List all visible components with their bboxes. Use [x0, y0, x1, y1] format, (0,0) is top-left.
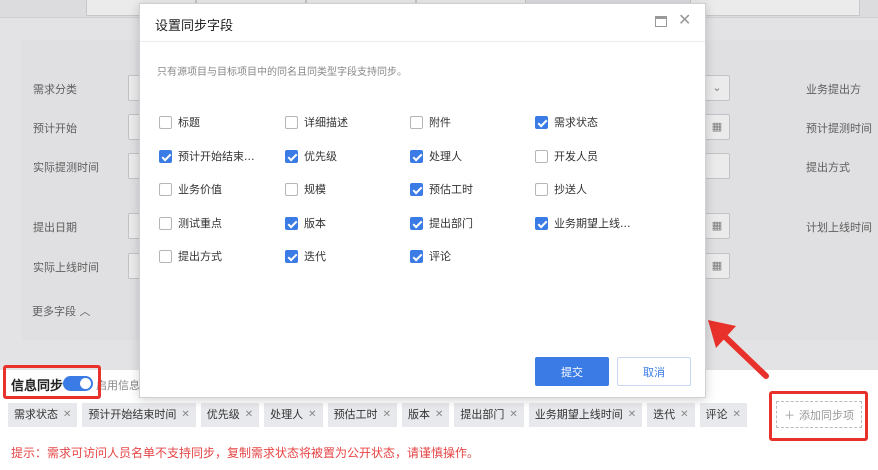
dialog-header: 设置同步字段 ✕: [140, 4, 705, 42]
sync-tag: 需求状态 ✕: [8, 403, 78, 427]
field-checkbox-label: 提出部门: [429, 217, 473, 230]
field-checkbox-label: 处理人: [429, 150, 462, 163]
checkbox-checked-icon[interactable]: [285, 149, 298, 163]
annotation-box: [3, 365, 101, 399]
remove-icon[interactable]: ✕: [435, 403, 443, 427]
submit-button[interactable]: 提交: [535, 357, 609, 386]
remove-icon[interactable]: ✕: [680, 403, 688, 427]
field-checkbox[interactable]: 迭代: [285, 248, 326, 264]
checkbox-unchecked-icon[interactable]: [159, 182, 172, 196]
field-checkbox[interactable]: 详细描述: [285, 114, 348, 130]
checkbox-checked-icon[interactable]: [285, 249, 298, 263]
field-checkbox-label: 评论: [429, 250, 451, 263]
close-icon[interactable]: ✕: [678, 12, 691, 28]
checkbox-checked-icon[interactable]: [410, 182, 423, 196]
dialog-title: 设置同步字段: [155, 19, 234, 34]
field-checkbox-label: 业务期望上线...: [554, 217, 631, 230]
maximize-icon[interactable]: [655, 16, 667, 27]
field-checkbox[interactable]: 附件: [410, 114, 451, 130]
field-checkbox-label: 抄送人: [554, 183, 587, 196]
field-checkbox[interactable]: 规模: [285, 181, 326, 197]
field-checkbox[interactable]: 评论: [410, 248, 451, 264]
field-checkbox[interactable]: 提出部门: [410, 215, 473, 231]
field-checkbox[interactable]: 提出方式: [159, 248, 222, 264]
sync-tag: 业务期望上线时间 ✕: [528, 403, 643, 427]
checkbox-checked-icon[interactable]: [285, 216, 298, 230]
field-checkbox[interactable]: 业务价值: [159, 181, 222, 197]
sync-tip: 提示：需求可访问人员名单不支持同步，复制需求状态将被置为公开状态，请谨慎操作。: [11, 446, 480, 460]
remove-icon[interactable]: ✕: [308, 403, 316, 427]
remove-icon[interactable]: ✕: [628, 403, 636, 427]
field-checkbox[interactable]: 预计开始结束...: [159, 148, 255, 164]
sync-tag: 迭代 ✕: [647, 403, 695, 427]
remove-icon[interactable]: ✕: [245, 403, 253, 427]
field-checkbox[interactable]: 标题: [159, 114, 200, 130]
field-checkbox-label: 迭代: [304, 250, 326, 263]
sync-fields-dialog: 设置同步字段 ✕ 只有源项目与目标项目中的同名且同类型字段支持同步。 标题 详细描…: [139, 3, 706, 398]
field-checkbox-label: 预估工时: [429, 183, 473, 196]
checkbox-unchecked-icon[interactable]: [410, 115, 423, 129]
field-checkbox[interactable]: 抄送人: [535, 181, 587, 197]
checkbox-checked-icon[interactable]: [410, 149, 423, 163]
sync-tag: 预计开始结束时间 ✕: [82, 403, 196, 427]
field-checkbox-label: 测试重点: [178, 217, 222, 230]
field-checkbox-label: 需求状态: [554, 116, 598, 129]
checkbox-unchecked-icon[interactable]: [159, 216, 172, 230]
checkbox-checked-icon[interactable]: [159, 149, 172, 163]
checkbox-unchecked-icon[interactable]: [535, 149, 548, 163]
sync-tag: 提出部门 ✕: [454, 403, 524, 427]
field-checkbox-label: 业务价值: [178, 183, 222, 196]
checkbox-unchecked-icon[interactable]: [159, 249, 172, 263]
field-checkbox-label: 版本: [304, 217, 326, 230]
checkbox-checked-icon[interactable]: [410, 249, 423, 263]
field-checkbox[interactable]: 需求状态: [535, 114, 598, 130]
checkbox-unchecked-icon[interactable]: [159, 115, 172, 129]
field-checkbox-label: 附件: [429, 116, 451, 129]
field-checkbox-label: 标题: [178, 116, 200, 129]
field-checkbox-label: 提出方式: [178, 250, 222, 263]
remove-icon[interactable]: ✕: [63, 403, 71, 427]
field-checkbox[interactable]: 测试重点: [159, 215, 222, 231]
remove-icon[interactable]: ✕: [733, 403, 741, 427]
remove-icon[interactable]: ✕: [181, 403, 189, 427]
checkbox-checked-icon[interactable]: [410, 216, 423, 230]
checkbox-unchecked-icon[interactable]: [535, 182, 548, 196]
field-checkbox-label: 预计开始结束...: [178, 150, 255, 163]
field-checkbox[interactable]: 版本: [285, 215, 326, 231]
field-checkbox-label: 开发人员: [554, 150, 598, 163]
sync-tag: 版本 ✕: [401, 403, 450, 427]
field-checkbox[interactable]: 开发人员: [535, 148, 598, 164]
sync-tag: 评论 ✕: [699, 403, 747, 427]
sync-tag: 优先级 ✕: [200, 403, 260, 427]
field-checkbox[interactable]: 预估工时: [410, 181, 473, 197]
remove-icon[interactable]: ✕: [383, 403, 391, 427]
sync-tag: 处理人 ✕: [264, 403, 323, 427]
checkbox-checked-icon[interactable]: [535, 216, 548, 230]
checkbox-checked-icon[interactable]: [535, 115, 548, 129]
field-checkbox-label: 规模: [304, 183, 326, 196]
sync-tag: 预估工时 ✕: [327, 403, 397, 427]
checkbox-unchecked-icon[interactable]: [285, 182, 298, 196]
field-checkbox[interactable]: 优先级: [285, 148, 337, 164]
dialog-description: 只有源项目与目标项目中的同名且同类型字段支持同步。: [157, 67, 407, 78]
checkbox-unchecked-icon[interactable]: [285, 115, 298, 129]
sync-tag-list: 需求状态 ✕ 预计开始结束时间 ✕ 优先级 ✕ 处理人 ✕ 预估工时 ✕ 版本 ✕ 提出部门…: [8, 403, 747, 427]
field-checkbox-label: 详细描述: [304, 116, 348, 129]
field-checkbox[interactable]: 业务期望上线...: [535, 215, 631, 231]
remove-icon[interactable]: ✕: [509, 403, 517, 427]
annotation-arrow-icon: [708, 320, 769, 379]
field-checkbox-label: 优先级: [304, 150, 337, 163]
cancel-button[interactable]: 取消: [617, 357, 691, 386]
field-checkbox[interactable]: 处理人: [410, 148, 462, 164]
annotation-box: [769, 391, 868, 441]
sync-hint: 启用信息: [96, 379, 140, 392]
